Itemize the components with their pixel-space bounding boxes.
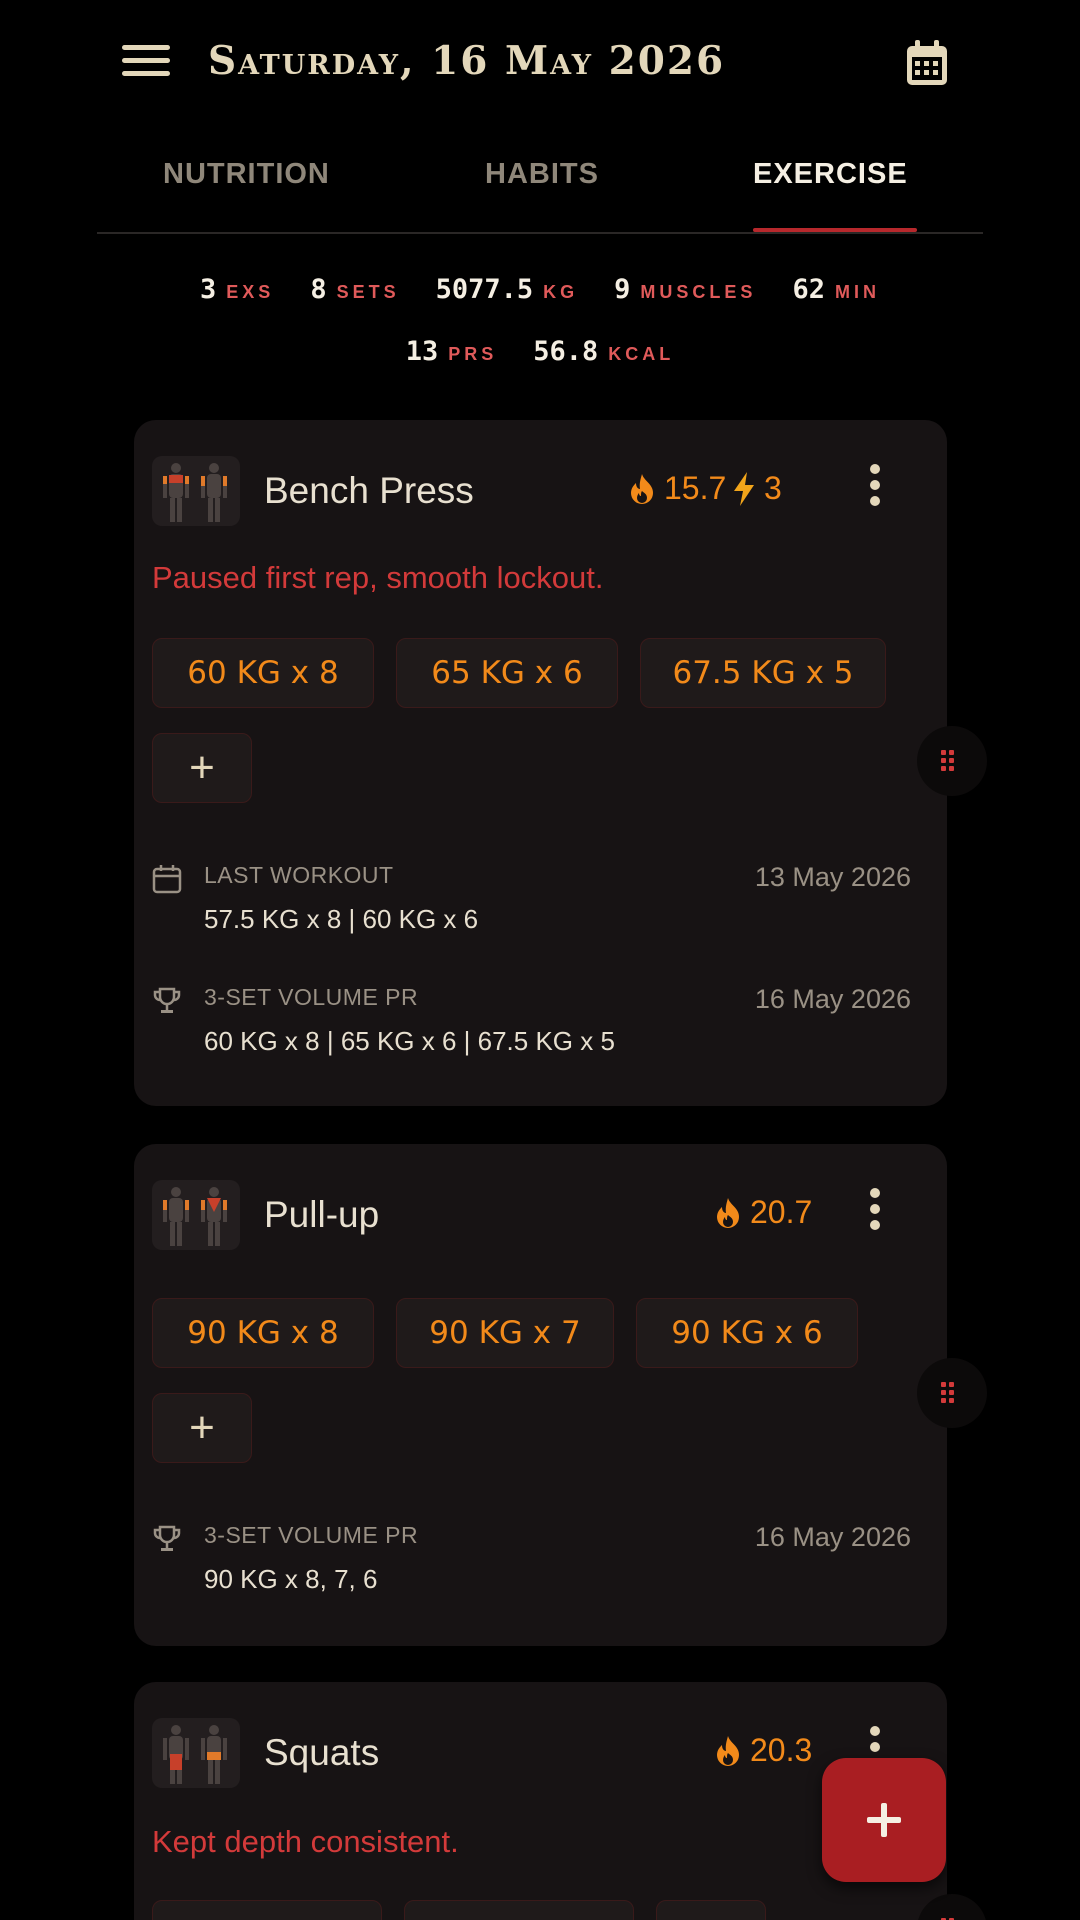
kcal-metric: 20.3 <box>714 1732 812 1769</box>
drag-handle-icon[interactable] <box>917 726 987 796</box>
stat-muscles: 9 muscles <box>614 274 757 305</box>
last-workout-row: LAST WORKOUT 13 May 2026 57.5 KG x 8 | 6… <box>152 860 911 950</box>
pr-metric: 3 <box>732 470 782 507</box>
set-chip[interactable]: 67.5 KG x 5 <box>640 638 886 708</box>
calendar-icon[interactable] <box>904 38 950 88</box>
exercise-name: Bench Press <box>264 470 474 511</box>
set-chip[interactable]: 90 KG x 7 <box>396 1298 614 1368</box>
app-header: Saturday, 16 May 2026 <box>0 0 1080 125</box>
flame-icon <box>631 473 653 504</box>
set-chip[interactable]: 65 KG x 6 <box>396 638 618 708</box>
drag-handle-icon[interactable] <box>917 1358 987 1428</box>
set-chip[interactable]: 90 KG x 8 <box>152 1298 374 1368</box>
exercise-card[interactable]: Pull-up 20.7 90 KG x 8 90 KG x 7 90 KG x… <box>134 1144 987 1646</box>
flame-icon <box>717 1735 739 1766</box>
plus-icon <box>867 1803 901 1837</box>
tab-nutrition[interactable]: NUTRITION <box>163 158 330 191</box>
kcal-metric: 15.7 <box>628 470 726 507</box>
bolt-icon <box>734 471 754 506</box>
more-options-icon[interactable] <box>867 464 883 514</box>
exercise-card[interactable]: Bench Press 15.7 3 Paused first rep, smo… <box>134 420 987 1106</box>
page-title: Saturday, 16 May 2026 <box>208 38 726 84</box>
muscle-map-icon <box>152 1180 240 1250</box>
stat-prs: 13 prs <box>405 336 498 367</box>
exercise-name: Pull-up <box>264 1194 380 1235</box>
daily-stats: 3 exs 8 sets 5077.5 kg 9 muscles 62 min 13 prs… <box>0 274 1080 398</box>
trophy-icon <box>153 987 181 1013</box>
set-chip[interactable]: 90 KG x 6 <box>636 1298 858 1368</box>
active-tab-indicator <box>753 228 917 232</box>
add-set-button[interactable]: + <box>152 1393 252 1463</box>
set-chip[interactable] <box>152 1900 382 1920</box>
add-set-button[interactable]: + <box>152 733 252 803</box>
set-chip[interactable]: 60 KG x 8 <box>152 638 374 708</box>
stat-sets: 8 sets <box>310 274 400 305</box>
add-exercise-button[interactable] <box>822 1758 946 1882</box>
stat-kcal: 56.8 kcal <box>533 336 675 367</box>
tab-bar: NUTRITION HABITS EXERCISE <box>97 140 983 234</box>
set-chip[interactable] <box>404 1900 634 1920</box>
muscle-map-icon <box>152 1718 240 1788</box>
exercise-note: Paused first rep, smooth lockout. <box>152 560 604 595</box>
trophy-icon <box>153 1525 181 1551</box>
stat-exercises: 3 exs <box>200 274 275 305</box>
volume-pr-row: 3-SET VOLUME PR 16 May 2026 90 KG x 8, 7… <box>152 1520 911 1610</box>
kcal-metric: 20.7 <box>714 1194 812 1231</box>
calendar-icon <box>152 865 182 894</box>
menu-icon[interactable] <box>122 45 170 81</box>
exercise-note: Kept depth consistent. <box>152 1824 459 1859</box>
exercise-name: Squats <box>264 1732 380 1773</box>
flame-icon <box>717 1197 739 1228</box>
tab-habits[interactable]: HABITS <box>485 158 599 191</box>
tab-exercise[interactable]: EXERCISE <box>753 158 908 191</box>
volume-pr-row: 3-SET VOLUME PR 16 May 2026 60 KG x 8 | … <box>152 982 911 1072</box>
drag-handle-icon[interactable] <box>917 1894 987 1920</box>
stat-duration: 62 min <box>792 274 880 305</box>
set-chip[interactable] <box>656 1900 766 1920</box>
more-options-icon[interactable] <box>867 1188 883 1238</box>
muscle-map-icon <box>152 456 240 526</box>
stat-volume: 5077.5 kg <box>435 274 579 305</box>
